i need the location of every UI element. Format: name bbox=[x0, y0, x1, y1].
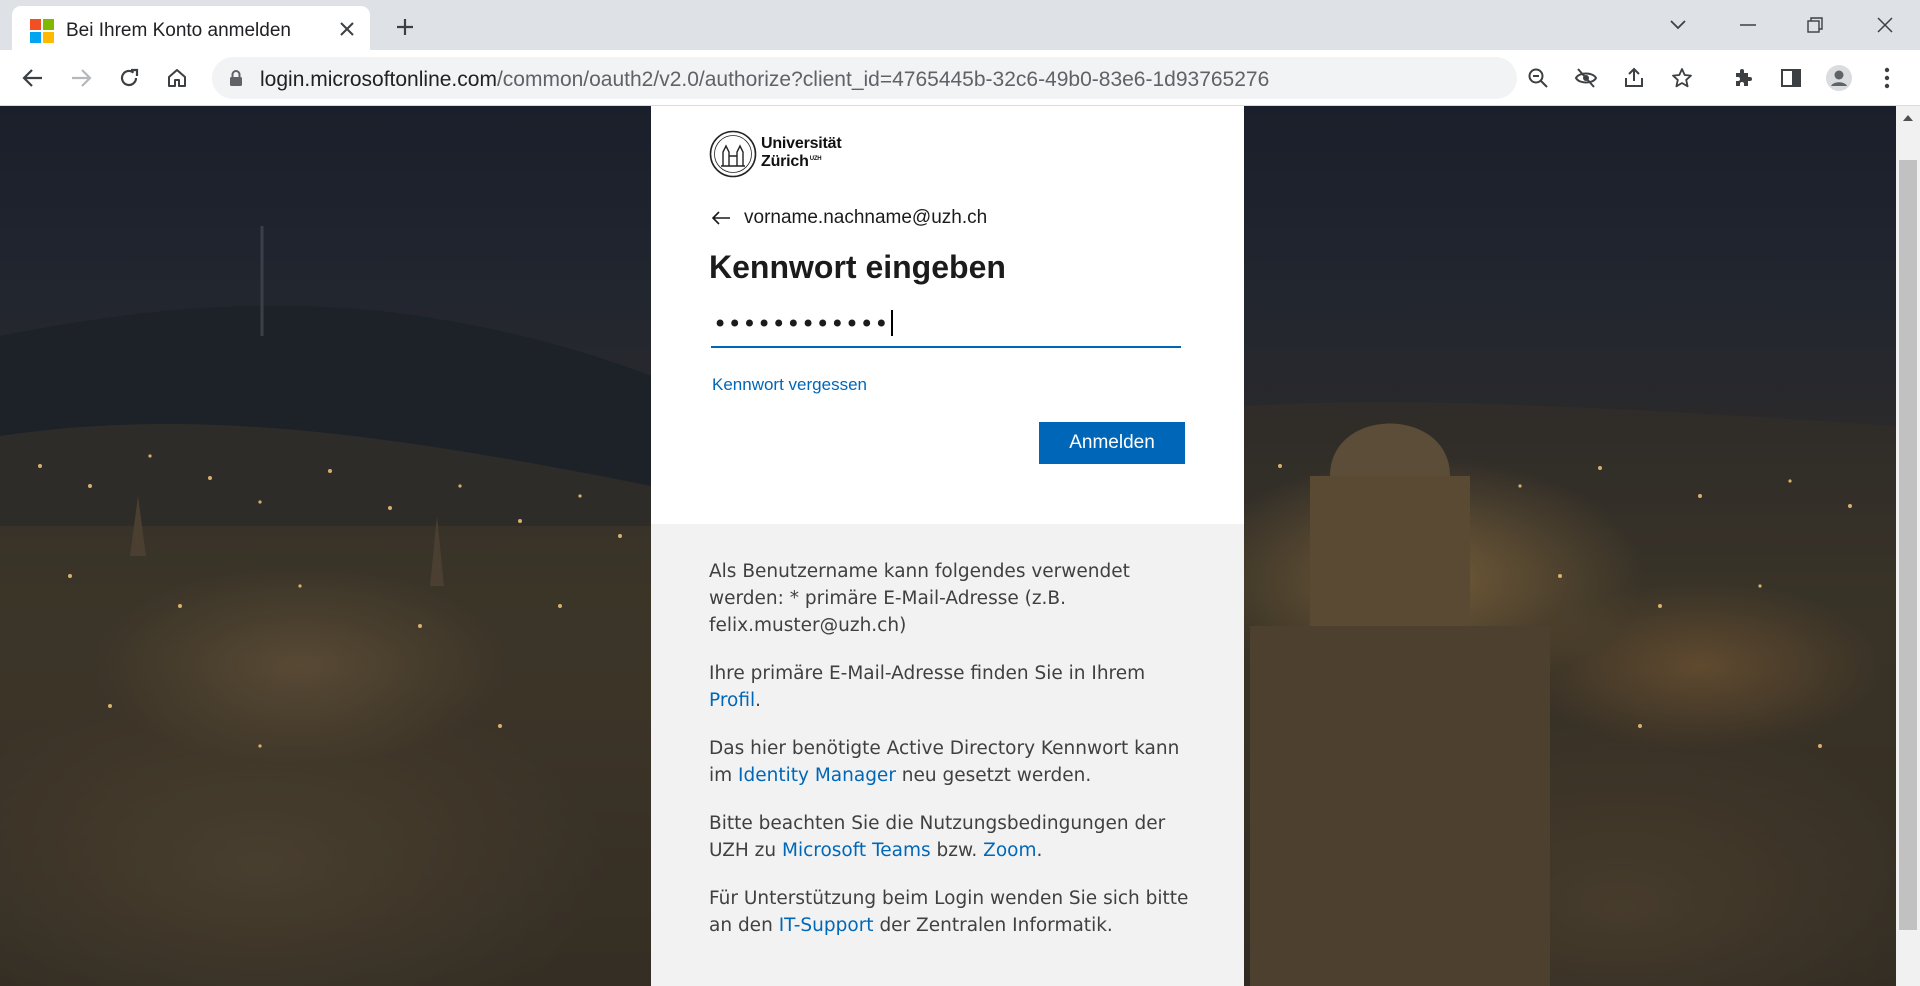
home-icon[interactable] bbox=[160, 61, 194, 95]
side-panel-icon[interactable] bbox=[1774, 61, 1808, 95]
new-tab-icon[interactable] bbox=[390, 12, 420, 42]
uzh-seal-icon bbox=[709, 130, 757, 178]
info-text-span: . bbox=[1036, 840, 1043, 861]
forward-icon[interactable] bbox=[64, 61, 98, 95]
profile-link[interactable]: Profil bbox=[709, 690, 755, 711]
identity-manager-link[interactable]: Identity Manager bbox=[738, 765, 896, 786]
page-scrollbar[interactable] bbox=[1896, 106, 1920, 986]
logo-mark: UZH bbox=[809, 155, 822, 162]
browser-tab[interactable]: Bei Ihrem Konto anmelden bbox=[12, 6, 370, 50]
info-text-span: der Zentralen Informatik. bbox=[873, 915, 1113, 936]
tab-title: Bei Ihrem Konto anmelden bbox=[66, 20, 291, 41]
password-masked-text: •••••••••••• bbox=[713, 310, 889, 338]
info-text: Als Benutzername kann folgendes verwende… bbox=[709, 558, 1189, 960]
extensions-icon[interactable] bbox=[1726, 61, 1760, 95]
info-paragraph: Für Unterstützung beim Login wenden Sie … bbox=[709, 885, 1189, 939]
page-title: Kennwort eingeben bbox=[709, 249, 1006, 285]
minimize-icon[interactable] bbox=[1728, 10, 1768, 40]
url-host: login.microsoftonline.com bbox=[260, 68, 497, 91]
back-icon[interactable] bbox=[16, 61, 50, 95]
reload-icon[interactable] bbox=[112, 61, 146, 95]
microsoft-logo-icon bbox=[30, 19, 54, 43]
info-paragraph: Bitte beachten Sie die Nutzungsbedingung… bbox=[709, 810, 1189, 864]
info-text-span: neu gesetzt werden. bbox=[895, 765, 1092, 786]
browser-tab-strip: Bei Ihrem Konto anmelden bbox=[0, 0, 1920, 50]
text-caret bbox=[890, 310, 893, 336]
lock-icon[interactable] bbox=[226, 68, 246, 88]
it-support-link[interactable]: IT-Support bbox=[779, 915, 874, 936]
scrollbar-thumb[interactable] bbox=[1899, 160, 1917, 930]
url-text[interactable]: login.microsoftonline.com/common/oauth2/… bbox=[260, 68, 1270, 92]
info-paragraph: Ihre primäre E-Mail-Adresse finden Sie i… bbox=[709, 660, 1189, 714]
scroll-up-arrow-icon[interactable] bbox=[1896, 110, 1920, 126]
bookmark-star-icon[interactable] bbox=[1665, 61, 1699, 95]
browser-menu-icon[interactable] bbox=[1870, 61, 1904, 95]
microsoft-teams-link[interactable]: Microsoft Teams bbox=[782, 840, 931, 861]
info-paragraph: Als Benutzername kann folgendes verwende… bbox=[709, 561, 1130, 636]
signin-card-main: Universität ZürichUZH vorname.nachname@u… bbox=[651, 106, 1244, 524]
address-bar[interactable]: login.microsoftonline.com/common/oauth2/… bbox=[212, 57, 1692, 99]
info-text-span: Ihre primäre E-Mail-Adresse finden Sie i… bbox=[709, 663, 1146, 684]
tracking-protection-icon[interactable] bbox=[1569, 61, 1603, 95]
logo-line-1: Universität bbox=[761, 135, 842, 152]
restore-icon[interactable] bbox=[1795, 10, 1835, 40]
profile-avatar-icon[interactable] bbox=[1822, 61, 1856, 95]
info-text-span: . bbox=[755, 690, 762, 711]
close-window-icon[interactable] bbox=[1865, 10, 1905, 40]
back-arrow-icon[interactable] bbox=[709, 206, 733, 230]
logo-line-2: ZürichUZH bbox=[761, 153, 822, 171]
forgot-password-link[interactable]: Kennwort vergessen bbox=[712, 375, 867, 395]
info-paragraph: Das hier benötigte Active Directory Kenn… bbox=[709, 735, 1189, 789]
tab-search-icon[interactable] bbox=[1658, 10, 1698, 40]
share-icon[interactable] bbox=[1617, 61, 1651, 95]
password-value: •••••••••••• bbox=[713, 310, 893, 338]
url-path: /common/oauth2/v2.0/authorize?client_id=… bbox=[496, 68, 1270, 91]
page-viewport: Universität ZürichUZH vorname.nachname@u… bbox=[0, 106, 1896, 986]
zoom-icon[interactable] bbox=[1521, 61, 1555, 95]
signin-email: vorname.nachname@uzh.ch bbox=[744, 207, 988, 228]
signin-card: Universität ZürichUZH vorname.nachname@u… bbox=[651, 106, 1244, 986]
signin-button[interactable]: Anmelden bbox=[1039, 422, 1185, 464]
close-tab-icon[interactable] bbox=[334, 16, 360, 42]
logo-line-2-text: Zürich bbox=[761, 153, 809, 170]
browser-toolbar: login.microsoftonline.com/common/oauth2/… bbox=[0, 50, 1920, 106]
info-text-span: bzw. bbox=[930, 840, 984, 861]
zoom-link[interactable]: Zoom bbox=[983, 840, 1036, 861]
password-field[interactable]: •••••••••••• bbox=[711, 306, 1181, 348]
